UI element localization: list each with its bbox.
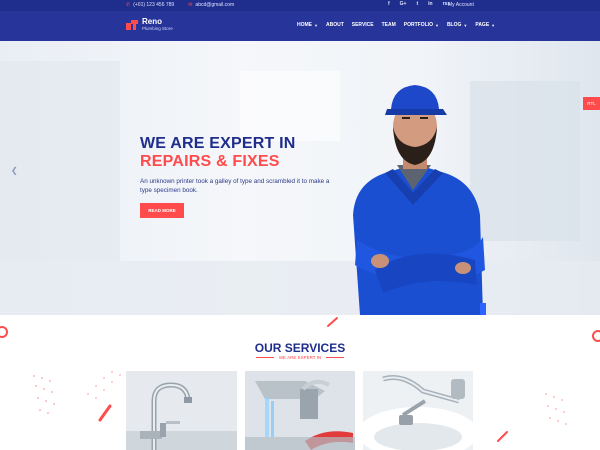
- phone-number: (+01) 123 456 789: [133, 2, 175, 8]
- chevron-down-icon: ▼: [463, 22, 468, 28]
- twitter-icon[interactable]: t: [416, 1, 418, 7]
- faucet-image: [126, 371, 237, 450]
- read-more-button[interactable]: READ MORE: [140, 203, 184, 218]
- brand-name: Reno: [142, 17, 162, 26]
- nav-item-portfolio[interactable]: PORTFOLIO ▼: [404, 22, 439, 28]
- phone-contact[interactable]: ✆ (+01) 123 456 789: [126, 2, 174, 8]
- decorative-dots: [87, 371, 121, 399]
- envelope-icon: ✉: [188, 2, 193, 8]
- brand-tagline: Plumbing Store: [142, 26, 173, 31]
- decorative-dots: [545, 393, 567, 425]
- background-floor: [0, 261, 600, 315]
- nav-item-service[interactable]: SERVICE: [352, 22, 374, 28]
- nav-item-team[interactable]: TEAM: [382, 22, 396, 28]
- section-title: OUR SERVICES: [254, 341, 346, 355]
- sink-faucet-image: [363, 371, 473, 450]
- rtl-toggle[interactable]: RTL: [583, 97, 600, 110]
- contact-info: ✆ (+01) 123 456 789 ✉ abcd@gmail.com: [126, 2, 234, 8]
- logo-icon: [126, 20, 138, 30]
- service-card[interactable]: [363, 371, 473, 450]
- main-nav: HOME ▼ ABOUT SERVICE TEAM PORTFOLIO ▼ BLOG…: [297, 22, 495, 28]
- page: ✆ (+01) 123 456 789 ✉ abcd@gmail.com f G+ …: [0, 0, 600, 450]
- hero-description: An unknown printer took a galley of type…: [140, 178, 330, 194]
- chevron-left-icon[interactable]: ❮: [11, 166, 18, 175]
- divider: [255, 357, 274, 359]
- nav-item-home[interactable]: HOME ▼: [297, 22, 318, 28]
- hero-slider: ❮ RTL WE ARE EXPERT IN REPAIRS & FIXES A…: [0, 41, 600, 315]
- nav-item-page[interactable]: PAGE ▼: [475, 22, 495, 28]
- background-light: [240, 71, 340, 141]
- service-card[interactable]: [245, 371, 355, 450]
- google-plus-icon[interactable]: G+: [400, 1, 407, 7]
- divider: [326, 357, 345, 359]
- chevron-down-icon: ▼: [314, 22, 318, 28]
- nav-label: PAGE: [475, 22, 490, 28]
- nav-label: TEAM: [381, 22, 396, 28]
- nav-item-about[interactable]: ABOUT: [326, 22, 344, 28]
- social-links: f G+ t in rss: [388, 1, 450, 7]
- hero-headline-accent: REPAIRS & FIXES: [140, 153, 280, 170]
- decorative-dash: [327, 317, 338, 327]
- decorative-dots: [33, 375, 55, 414]
- section-subtitle: WE ARE EXPERT IN: [0, 355, 600, 360]
- top-bar: ✆ (+01) 123 456 789 ✉ abcd@gmail.com f G+ …: [0, 0, 600, 11]
- hero-headline: WE ARE EXPERT IN: [140, 135, 296, 152]
- plumber-image: [353, 85, 486, 315]
- email-address: abcd@gmail.com: [195, 2, 235, 8]
- main-header: Reno Plumbing Store HOME ▼ ABOUT SERVICE …: [0, 11, 600, 41]
- background-window: [0, 61, 120, 261]
- chevron-down-icon: ▼: [434, 22, 439, 28]
- logo[interactable]: Reno Plumbing Store: [126, 18, 173, 32]
- nav-label: SERVICE: [351, 22, 374, 28]
- subtitle-text: WE ARE EXPERT IN: [278, 355, 322, 360]
- nav-label: ABOUT: [325, 22, 344, 28]
- decorative-dash: [497, 431, 508, 442]
- nav-item-blog[interactable]: BLOG ▼: [447, 22, 467, 28]
- nav-label: PORTFOLIO: [403, 22, 433, 28]
- tap-water-image: [245, 371, 355, 450]
- nav-label: BLOG: [446, 22, 462, 28]
- brand-text: Reno Plumbing Store: [142, 18, 173, 32]
- nav-label: HOME: [297, 22, 312, 28]
- facebook-icon[interactable]: f: [388, 1, 390, 7]
- phone-icon: ✆: [126, 2, 131, 8]
- service-card[interactable]: [126, 371, 237, 450]
- linkedin-icon[interactable]: in: [428, 1, 432, 7]
- my-account-link[interactable]: My Account: [448, 2, 474, 8]
- chevron-down-icon: ▼: [491, 22, 496, 28]
- email-contact[interactable]: ✉ abcd@gmail.com: [188, 2, 234, 8]
